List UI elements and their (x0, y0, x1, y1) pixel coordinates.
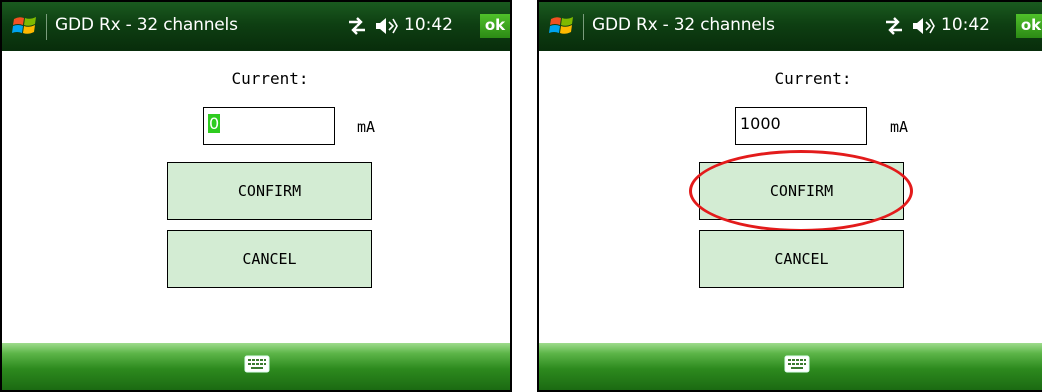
current-input-value: 1000 (740, 114, 781, 133)
windows-logo-icon[interactable] (12, 14, 38, 38)
window-title: GDD Rx - 32 channels (592, 15, 775, 35)
clock: 10:42 (941, 15, 990, 35)
content-area: Current: 0 mA CONFIRM CANCEL (2, 51, 510, 343)
keyboard-icon[interactable] (784, 355, 810, 373)
current-input[interactable]: 1000 (735, 107, 867, 145)
speaker-volume-icon[interactable] (911, 16, 935, 36)
current-label: Current: (231, 69, 309, 88)
current-input[interactable]: 0 (203, 107, 335, 145)
unit-label: mA (890, 118, 909, 136)
device-screen-before: GDD Rx - 32 channels 10:42 ok Current: 0… (0, 0, 512, 392)
bottom-bar (2, 343, 510, 390)
clock: 10:42 (404, 15, 453, 35)
window-title: GDD Rx - 32 channels (55, 15, 238, 35)
cancel-button[interactable]: CANCEL (699, 230, 904, 288)
title-separator (583, 14, 584, 40)
ok-button[interactable]: ok (1016, 14, 1042, 38)
cancel-button[interactable]: CANCEL (167, 230, 372, 288)
bottom-bar (539, 343, 1042, 390)
connectivity-arrows-icon[interactable] (346, 16, 368, 36)
connectivity-arrows-icon[interactable] (883, 16, 905, 36)
ok-button[interactable]: ok (480, 14, 510, 38)
unit-label: mA (357, 118, 376, 136)
windows-logo-icon[interactable] (549, 14, 575, 38)
title-separator (46, 14, 47, 40)
speaker-volume-icon[interactable] (374, 16, 398, 36)
confirm-highlight-ring (689, 150, 913, 232)
device-screen-after: GDD Rx - 32 channels 10:42 ok Current: 1… (537, 0, 1042, 392)
content-area: Current: 1000 mA CONFIRM CANCEL (539, 51, 1042, 343)
keyboard-icon[interactable] (244, 355, 270, 373)
current-label: Current: (774, 69, 852, 88)
current-input-value: 0 (208, 114, 221, 133)
title-bar: GDD Rx - 32 channels 10:42 ok (2, 2, 510, 51)
confirm-button[interactable]: CONFIRM (167, 162, 372, 220)
title-bar: GDD Rx - 32 channels 10:42 ok (539, 2, 1042, 51)
